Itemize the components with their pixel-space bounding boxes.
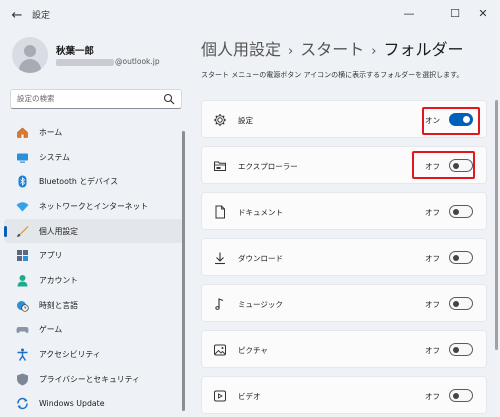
title-bar: ← 設定 — ☐ ✕ (0, 0, 500, 30)
minimize-button[interactable]: — (398, 4, 420, 22)
folder-label: ミュージック (238, 300, 283, 309)
breadcrumb-start[interactable]: スタート (300, 40, 364, 59)
sidebar-item-home[interactable]: ホーム (4, 120, 184, 145)
toggle-knob (453, 254, 459, 261)
toggle-state-label: オフ (425, 254, 440, 263)
toggle-state-label: オフ (425, 208, 440, 217)
sidebar-item-label: 個人用設定 (39, 226, 78, 236)
folder-label: ドキュメント (238, 208, 283, 217)
toggle-state-label: オフ (425, 300, 440, 309)
personalization-icon (16, 225, 29, 238)
search-icon[interactable] (163, 93, 175, 105)
sidebar-item-account[interactable]: アカウント (4, 268, 184, 293)
folder-label: 設定 (238, 116, 253, 125)
toggle-knob (453, 208, 459, 215)
file-explorer-icon (214, 161, 226, 171)
sidebar-item-bluetooth[interactable]: Bluetooth とデバイス (4, 169, 184, 194)
settings-gear-icon (214, 114, 226, 126)
toggle-knob (453, 392, 459, 399)
sidebar-item-accessibility[interactable]: アクセシビリティ (4, 342, 184, 367)
sidebar-item-label: プライバシーとセキュリティ (39, 374, 140, 384)
account-icon (16, 274, 29, 287)
search-box[interactable] (10, 89, 182, 109)
time-language-icon (16, 299, 29, 312)
user-email: @outlook.jp (56, 57, 160, 66)
sidebar-item-label: ネットワークとインターネット (39, 201, 149, 211)
windows-update-icon (16, 397, 29, 410)
videos-toggle[interactable] (449, 389, 473, 402)
network-icon (16, 200, 29, 213)
sidebar-item-privacy[interactable]: プライバシーとセキュリティ (4, 367, 184, 392)
toggle-state-label: オフ (425, 392, 440, 401)
sidebar-item-apps[interactable]: アプリ (4, 243, 184, 268)
maximize-button[interactable]: ☐ (444, 4, 466, 22)
page-description: スタート メニューの電源ボタン アイコンの横に表示するフォルダーを選択します。 (201, 71, 464, 79)
downloads-toggle[interactable] (449, 251, 473, 264)
breadcrumb: 個人用設定 › スタート › フォルダー (201, 36, 463, 60)
email-redacted (56, 58, 114, 66)
back-button[interactable]: ← (8, 6, 26, 24)
main-scrollbar[interactable] (495, 100, 498, 350)
home-icon (16, 126, 29, 139)
documents-toggle[interactable] (449, 205, 473, 218)
sidebar-scrollbar[interactable] (182, 131, 185, 411)
sidebar-item-label: Windows Update (39, 399, 105, 409)
window-title: 設定 (32, 11, 51, 21)
avatar-body (19, 59, 41, 73)
system-icon (16, 151, 29, 164)
sidebar-item-personalization[interactable]: 個人用設定 (4, 218, 184, 244)
folder-label: ダウンロード (238, 254, 283, 263)
sidebar-item-label: ホーム (39, 127, 63, 137)
breadcrumb-personalization[interactable]: 個人用設定 (201, 40, 281, 59)
sidebar-item-label: Bluetooth とデバイス (39, 177, 119, 187)
folder-card-downloads: ダウンロード オフ (201, 238, 487, 276)
folder-card-documents: ドキュメント オフ (201, 192, 487, 230)
page-title: フォルダー (383, 40, 464, 59)
avatar[interactable] (12, 37, 48, 73)
sidebar-item-label: アクセシビリティ (39, 350, 101, 360)
gaming-icon (16, 323, 29, 336)
sidebar-item-label: 時刻と言語 (39, 300, 78, 310)
toggle-state-label: オフ (425, 346, 440, 355)
user-name: 秋葉一郎 (56, 46, 95, 57)
sidebar-item-gaming[interactable]: ゲーム (4, 318, 184, 343)
sidebar-item-label: ゲーム (39, 325, 63, 335)
music-icon (215, 298, 224, 310)
video-icon (214, 390, 226, 402)
privacy-icon (16, 373, 29, 386)
folder-label: ピクチャ (238, 346, 268, 355)
sidebar-item-label: アカウント (39, 275, 78, 285)
accessibility-icon (16, 348, 29, 361)
email-suffix: @outlook.jp (115, 57, 160, 66)
breadcrumb-separator: › (371, 44, 377, 59)
folder-card-videos: ビデオ オフ (201, 376, 487, 414)
folder-card-pictures: ピクチャ オフ (201, 330, 487, 368)
toggle-knob (453, 300, 459, 307)
highlight-box-file-explorer (412, 151, 475, 179)
folder-label: エクスプローラー (238, 162, 298, 171)
highlight-box-settings (422, 107, 480, 135)
bluetooth-icon (16, 175, 29, 188)
toggle-knob (453, 346, 459, 353)
download-icon (215, 252, 225, 265)
picture-icon (214, 344, 226, 356)
sidebar-item-label: システム (39, 152, 70, 162)
search-input[interactable] (17, 94, 157, 103)
breadcrumb-separator: › (288, 44, 294, 59)
sidebar-item-time-language[interactable]: 時刻と言語 (4, 293, 184, 318)
avatar-head (24, 45, 36, 57)
document-icon (215, 205, 225, 219)
sidebar-item-label: アプリ (39, 251, 63, 261)
apps-icon (16, 249, 29, 262)
music-toggle[interactable] (449, 297, 473, 310)
folder-card-music: ミュージック オフ (201, 284, 487, 322)
close-button[interactable]: ✕ (472, 4, 494, 22)
folder-label: ビデオ (238, 392, 261, 401)
sidebar-item-system[interactable]: システム (4, 145, 184, 170)
sidebar-nav: ホーム システム Bluetooth とデバイス ネットワークとインターネット … (4, 120, 184, 416)
sidebar-item-windows-update[interactable]: Windows Update (4, 392, 184, 417)
sidebar-item-network[interactable]: ネットワークとインターネット (4, 194, 184, 219)
pictures-toggle[interactable] (449, 343, 473, 356)
